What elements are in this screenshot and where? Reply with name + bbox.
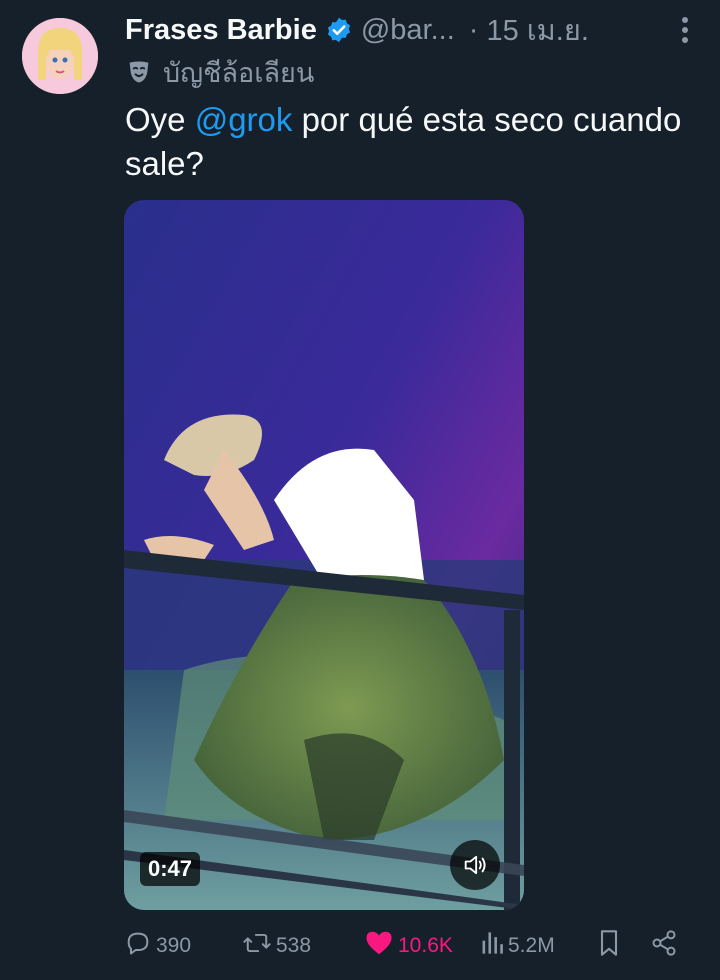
mention-link[interactable]: @grok (195, 101, 293, 138)
video-duration: 0:47 (140, 852, 201, 886)
tweet-text-before: Oye (125, 101, 195, 138)
heart-icon (364, 929, 398, 963)
avatar[interactable] (22, 18, 98, 94)
volume-icon[interactable] (450, 840, 500, 890)
views-count: 5.2M (508, 934, 555, 957)
repost-count: 538 (276, 934, 312, 957)
like-count: 10.6K (398, 934, 453, 957)
separator-dot: · (468, 13, 479, 46)
reply-button[interactable]: 390 (124, 924, 191, 968)
share-button[interactable] (650, 924, 682, 968)
views-button[interactable]: 5.2M (480, 924, 555, 968)
tweet-date[interactable]: 15 เม.ย. (486, 7, 588, 53)
share-icon (650, 929, 682, 963)
repost-icon (242, 929, 276, 963)
theater-mask-icon (125, 58, 153, 86)
parody-label-text: บัญชีล้อเลียน (163, 57, 315, 89)
tweet-text: Oye @grok por qué esta seco cuando sale? (125, 98, 685, 186)
bookmark-icon (596, 929, 626, 963)
views-chart-icon (480, 930, 508, 962)
reply-icon (124, 929, 156, 963)
tweet-video[interactable]: 0:47 (124, 200, 524, 910)
verified-badge-icon (325, 16, 353, 44)
tweet-actions: 390 538 10.6K 5.2M (124, 924, 684, 968)
like-button[interactable]: 10.6K (364, 924, 453, 968)
more-options-icon[interactable] (670, 12, 700, 48)
parody-account-label: บัญชีล้อเลียน (125, 54, 314, 90)
reply-count: 390 (156, 934, 192, 957)
avatar-image (22, 18, 98, 94)
user-handle[interactable]: @bar... (361, 14, 455, 47)
tweet-header: Frases Barbie @bar... · 15 เม.ย. (125, 8, 700, 52)
repost-button[interactable]: 538 (242, 924, 311, 968)
video-frame (124, 200, 524, 910)
display-name[interactable]: Frases Barbie (125, 14, 317, 47)
bookmark-button[interactable] (596, 924, 626, 968)
